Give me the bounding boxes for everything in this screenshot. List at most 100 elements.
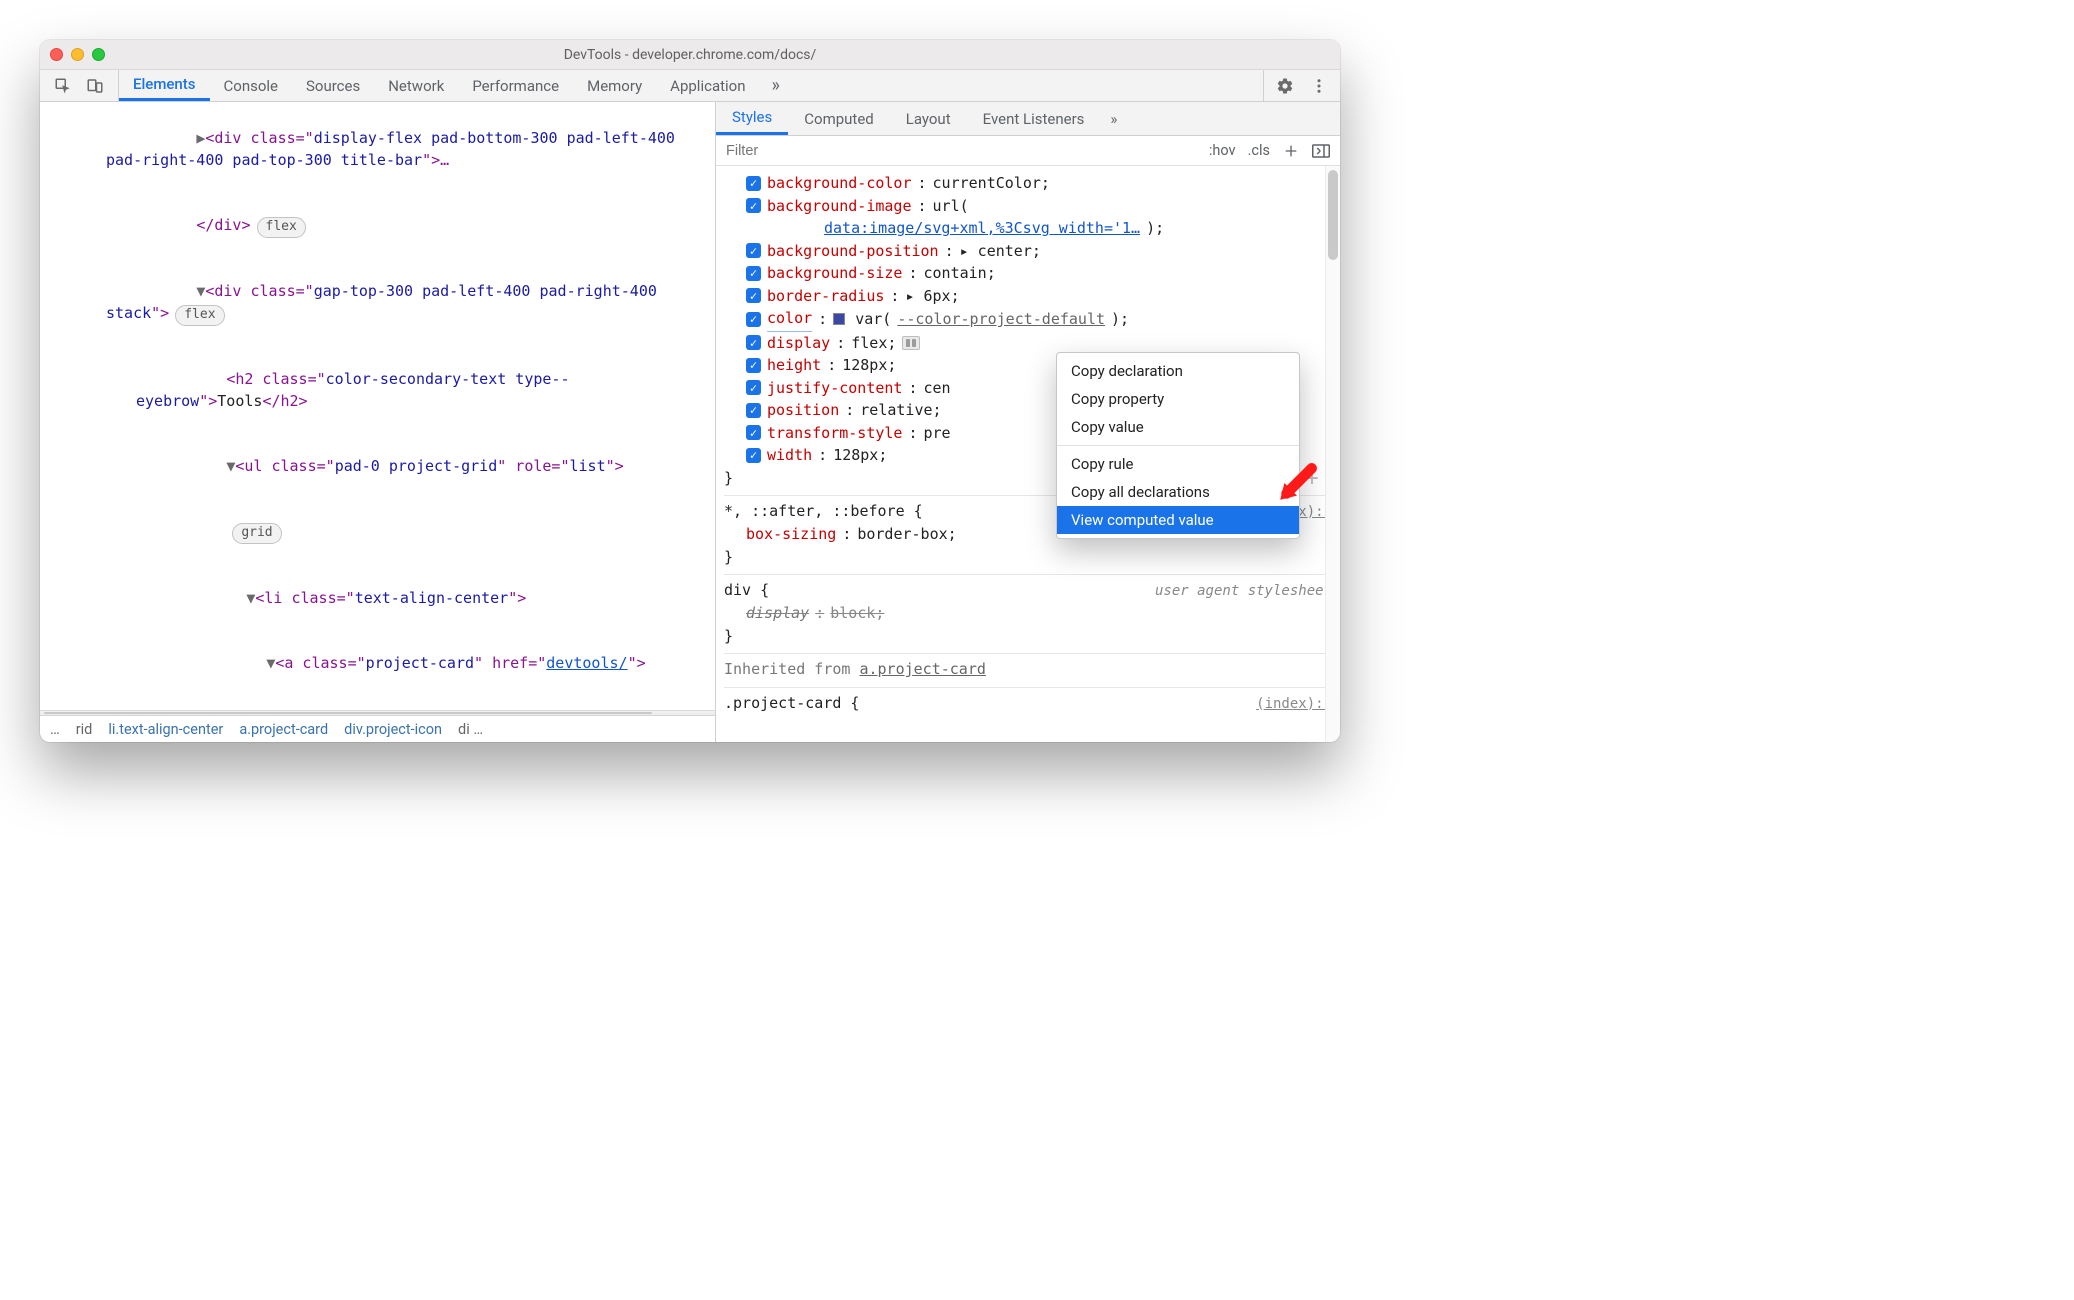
menu-view-computed-value[interactable]: View computed value — [1057, 506, 1299, 534]
menu-copy-property[interactable]: Copy property — [1057, 385, 1299, 413]
new-style-rule-icon[interactable] — [1282, 142, 1300, 160]
decl-checkbox[interactable] — [746, 335, 761, 350]
rule-origin-ua: user agent stylesheet — [1155, 581, 1332, 602]
breadcrumb-ellipsis[interactable]: … — [50, 721, 60, 738]
style-declaration[interactable]: background-size: contain; — [724, 262, 1332, 285]
inherited-from-link[interactable]: a.project-card — [859, 660, 985, 678]
decl-checkbox[interactable] — [746, 198, 761, 213]
breadcrumb-item[interactable]: rid — [76, 721, 93, 738]
zoom-window-button[interactable] — [92, 48, 105, 61]
rule-brace: } — [724, 546, 1332, 569]
decl-checkbox[interactable] — [746, 312, 761, 327]
styles-scroll[interactable]: background-color: currentColor; backgrou… — [716, 166, 1340, 742]
close-window-button[interactable] — [50, 48, 63, 61]
menu-copy-declaration[interactable]: Copy declaration — [1057, 357, 1299, 385]
style-declaration[interactable]: border-radius: ▸ 6px; — [724, 285, 1332, 308]
menu-copy-all-declarations[interactable]: Copy all declarations — [1057, 478, 1299, 506]
menu-copy-value[interactable]: Copy value — [1057, 413, 1299, 441]
menu-copy-rule[interactable]: Copy rule — [1057, 450, 1299, 478]
main-tabs: Elements Console Sources Network Perform… — [119, 70, 760, 101]
subtab-layout[interactable]: Layout — [890, 102, 967, 135]
style-declaration[interactable]: background-image: url( — [724, 195, 1332, 218]
toggle-sidebar-icon[interactable] — [1312, 142, 1330, 160]
more-icon[interactable] — [1310, 77, 1328, 95]
tab-network[interactable]: Network — [374, 70, 458, 101]
rule-selector[interactable]: *, ::after, ::before { — [724, 500, 923, 523]
color-swatch[interactable] — [833, 313, 845, 325]
style-declaration[interactable]: background-color: currentColor; — [724, 172, 1332, 195]
decl-checkbox[interactable] — [746, 243, 761, 258]
decl-checkbox[interactable] — [746, 266, 761, 281]
style-declaration-url[interactable]: data:image/svg+xml,%3Csvg width='1… ); — [724, 217, 1332, 240]
tab-sources[interactable]: Sources — [292, 70, 374, 101]
dom-row[interactable]: ▼<div class="gap-top-300 pad-left-400 pa… — [46, 259, 709, 347]
rule-selector[interactable]: div { — [724, 579, 769, 602]
elements-breadcrumb[interactable]: … rid li.text-align-center a.project-car… — [40, 716, 715, 742]
rule-origin[interactable]: (index):1 — [1256, 694, 1332, 715]
dom-row[interactable]: ▼<a class="project-card" href="devtools/… — [46, 631, 709, 696]
toggle-device-icon[interactable] — [86, 77, 104, 95]
subtab-styles[interactable]: Styles — [716, 102, 788, 135]
tabs-overflow[interactable]: » — [760, 70, 792, 101]
window-titlebar: DevTools - developer.chrome.com/docs/ — [40, 40, 1340, 70]
cls-toggle[interactable]: .cls — [1248, 142, 1270, 159]
dom-tree[interactable]: ▶<div class="display-flex pad-bottom-300… — [40, 102, 715, 710]
settings-icon[interactable] — [1276, 77, 1294, 95]
tab-elements[interactable]: Elements — [119, 70, 210, 101]
inherited-separator: Inherited from a.project-card — [724, 653, 1332, 681]
style-declaration[interactable]: background-position: ▸ center; — [724, 240, 1332, 263]
breadcrumb-item[interactable]: di … — [458, 721, 483, 738]
minimize-window-button[interactable] — [71, 48, 84, 61]
elements-pane: ▶<div class="display-flex pad-bottom-300… — [40, 102, 716, 742]
devtools-window: DevTools - developer.chrome.com/docs/ El… — [40, 40, 1340, 742]
add-declaration-icon[interactable]: + — [1302, 469, 1322, 489]
flexbox-editor-icon[interactable] — [902, 336, 920, 350]
decl-checkbox[interactable] — [746, 425, 761, 440]
grid-badge[interactable]: grid — [232, 523, 281, 544]
decl-checkbox[interactable] — [746, 403, 761, 418]
hov-toggle[interactable]: :hov — [1209, 142, 1236, 159]
tab-application[interactable]: Application — [656, 70, 759, 101]
vertical-scrollbar[interactable] — [1325, 166, 1340, 742]
horizontal-scrollbar[interactable] — [40, 710, 715, 716]
subtab-event-listeners[interactable]: Event Listeners — [967, 102, 1101, 135]
style-declaration[interactable]: display: flex; — [724, 332, 1332, 355]
workspace: ▶<div class="display-flex pad-bottom-300… — [40, 102, 1340, 742]
rule-brace: } — [724, 625, 1332, 648]
decl-checkbox[interactable] — [746, 380, 761, 395]
select-element-icon[interactable] — [54, 77, 72, 95]
style-declaration-overridden[interactable]: display: block; — [724, 602, 1332, 625]
toolbar-right — [1263, 70, 1340, 101]
dom-row[interactable]: ▼<div class="project-icon">flex — [46, 697, 709, 710]
tab-performance[interactable]: Performance — [458, 70, 573, 101]
styles-filter-input[interactable] — [716, 143, 1199, 159]
flex-badge[interactable]: flex — [175, 305, 224, 326]
dom-row[interactable]: <h2 class="color-secondary-text type--ey… — [46, 347, 709, 434]
dom-row[interactable]: grid — [46, 500, 709, 566]
dom-row[interactable]: ▶<div class="display-flex pad-bottom-300… — [46, 106, 709, 193]
styles-subtabs: Styles Computed Layout Event Listeners » — [716, 102, 1340, 136]
tab-memory[interactable]: Memory — [573, 70, 656, 101]
main-tabs-bar: Elements Console Sources Network Perform… — [40, 70, 1340, 102]
breadcrumb-item[interactable]: li.text-align-center — [108, 721, 223, 738]
styles-pane: Styles Computed Layout Event Listeners »… — [716, 102, 1340, 742]
subtab-computed[interactable]: Computed — [788, 102, 890, 135]
tab-console[interactable]: Console — [210, 70, 293, 101]
subtabs-overflow[interactable]: » — [1100, 102, 1127, 135]
breadcrumb-item[interactable]: a.project-card — [239, 721, 328, 738]
decl-checkbox[interactable] — [746, 358, 761, 373]
styles-filter-bar: :hov .cls — [716, 136, 1340, 166]
decl-checkbox[interactable] — [746, 288, 761, 303]
menu-divider — [1057, 445, 1299, 446]
style-declaration[interactable]: color: var(--color-project-default); — [724, 307, 1332, 332]
decl-checkbox[interactable] — [746, 448, 761, 463]
decl-checkbox[interactable] — [746, 176, 761, 191]
dom-row[interactable]: ▼<ul class="pad-0 project-grid" role="li… — [46, 434, 709, 499]
dom-row[interactable]: </div>flex — [46, 193, 709, 259]
flex-badge[interactable]: flex — [257, 217, 306, 238]
styles-filter-tools: :hov .cls — [1199, 142, 1340, 160]
rule-selector[interactable]: .project-card { — [724, 692, 859, 715]
dom-row[interactable]: ▼<li class="text-align-center"> — [46, 566, 709, 631]
style-rule: div { user agent stylesheet display: blo… — [724, 574, 1332, 647]
breadcrumb-item[interactable]: div.project-icon — [344, 721, 442, 738]
